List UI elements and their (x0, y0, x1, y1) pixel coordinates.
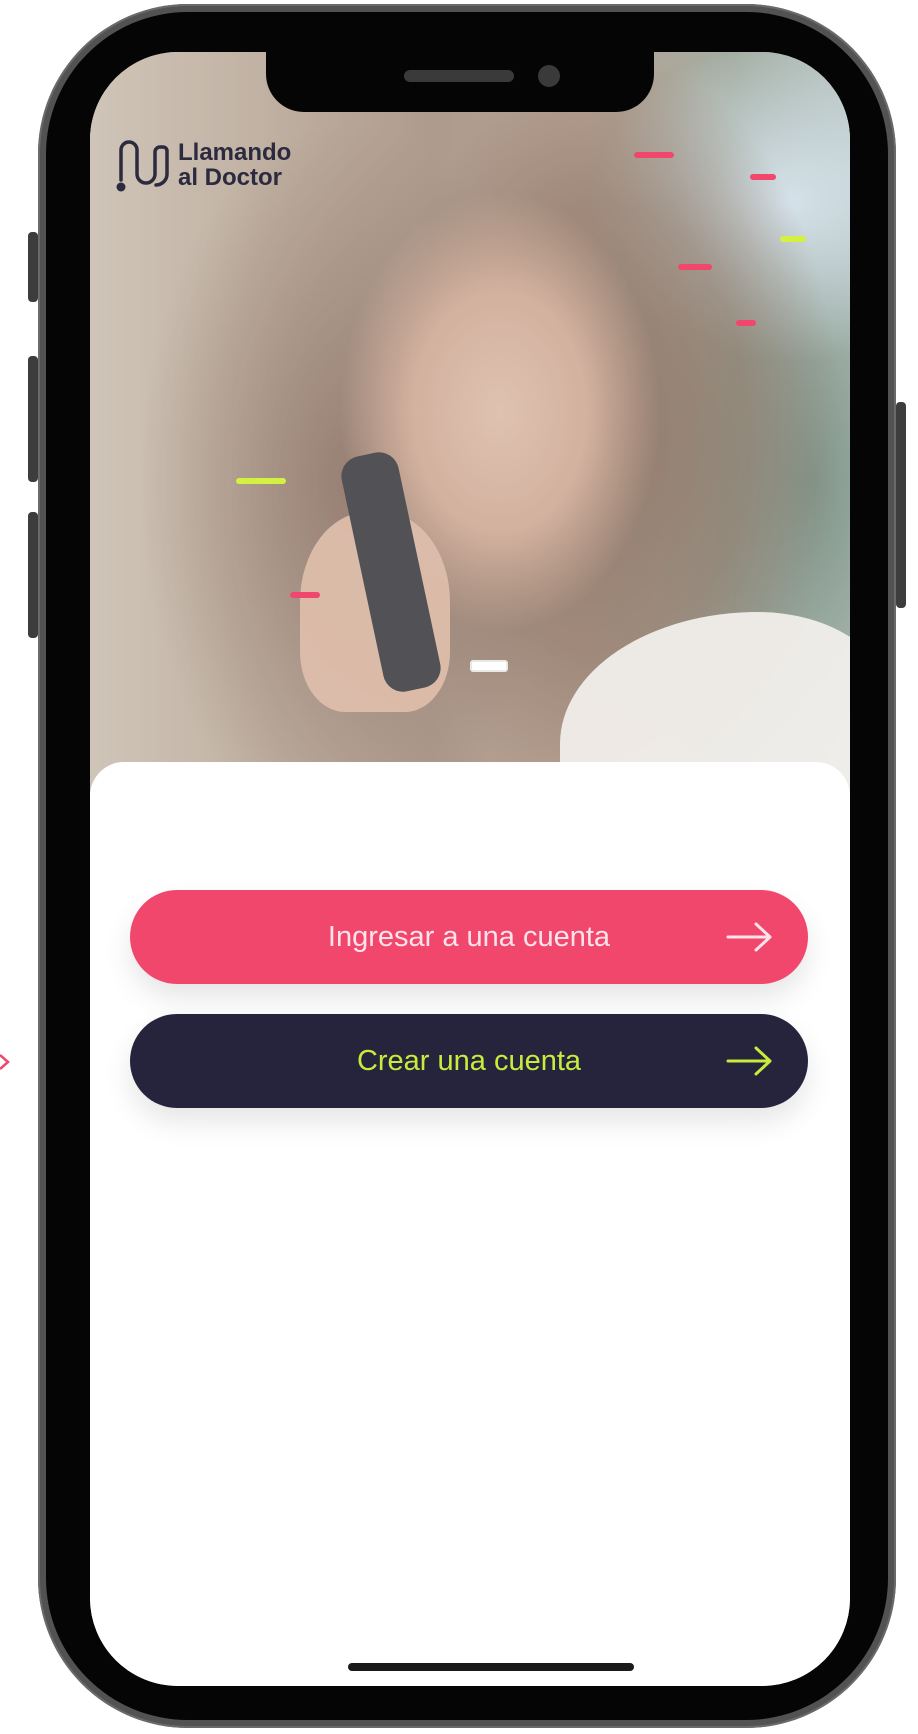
brand-name-line1: Llamando (178, 139, 292, 166)
decorative-line (236, 478, 286, 484)
silent-switch (28, 232, 38, 302)
login-button-label: Ingresar a una cuenta (327, 920, 611, 953)
volume-down-button (28, 512, 38, 638)
decorative-line (470, 660, 508, 672)
phone-frame: Llamando al Doctor Ingresar a una cuenta… (28, 4, 906, 1728)
create-account-button-label: Crear una cuenta (356, 1044, 582, 1077)
stethoscope-logo-icon (116, 140, 169, 192)
login-button[interactable]: Ingresar a una cuenta (130, 890, 808, 984)
home-indicator[interactable] (348, 1663, 634, 1671)
power-button (896, 402, 906, 608)
decorative-line (736, 320, 756, 326)
volume-up-button (28, 356, 38, 482)
decorative-line (290, 592, 320, 598)
hero-photo: Llamando al Doctor (90, 52, 850, 832)
decorative-line (678, 264, 712, 270)
brand-name: Llamando al Doctor (178, 140, 291, 190)
earpiece-speaker (404, 70, 514, 82)
brand-name-line2: al Doctor (178, 164, 283, 191)
decorative-line (634, 152, 674, 158)
brand-logo: Llamando al Doctor (114, 136, 291, 194)
decorative-line (750, 174, 776, 180)
chevron-right-icon (0, 1054, 10, 1070)
create-account-button[interactable]: Crear una cuenta (130, 1014, 808, 1108)
front-camera (538, 65, 560, 87)
app-screen: Llamando al Doctor Ingresar a una cuenta… (90, 52, 850, 1686)
decorative-line (780, 236, 806, 242)
arrow-right-icon (726, 922, 772, 952)
phone-notch (266, 52, 654, 112)
arrow-right-icon (726, 1046, 772, 1076)
